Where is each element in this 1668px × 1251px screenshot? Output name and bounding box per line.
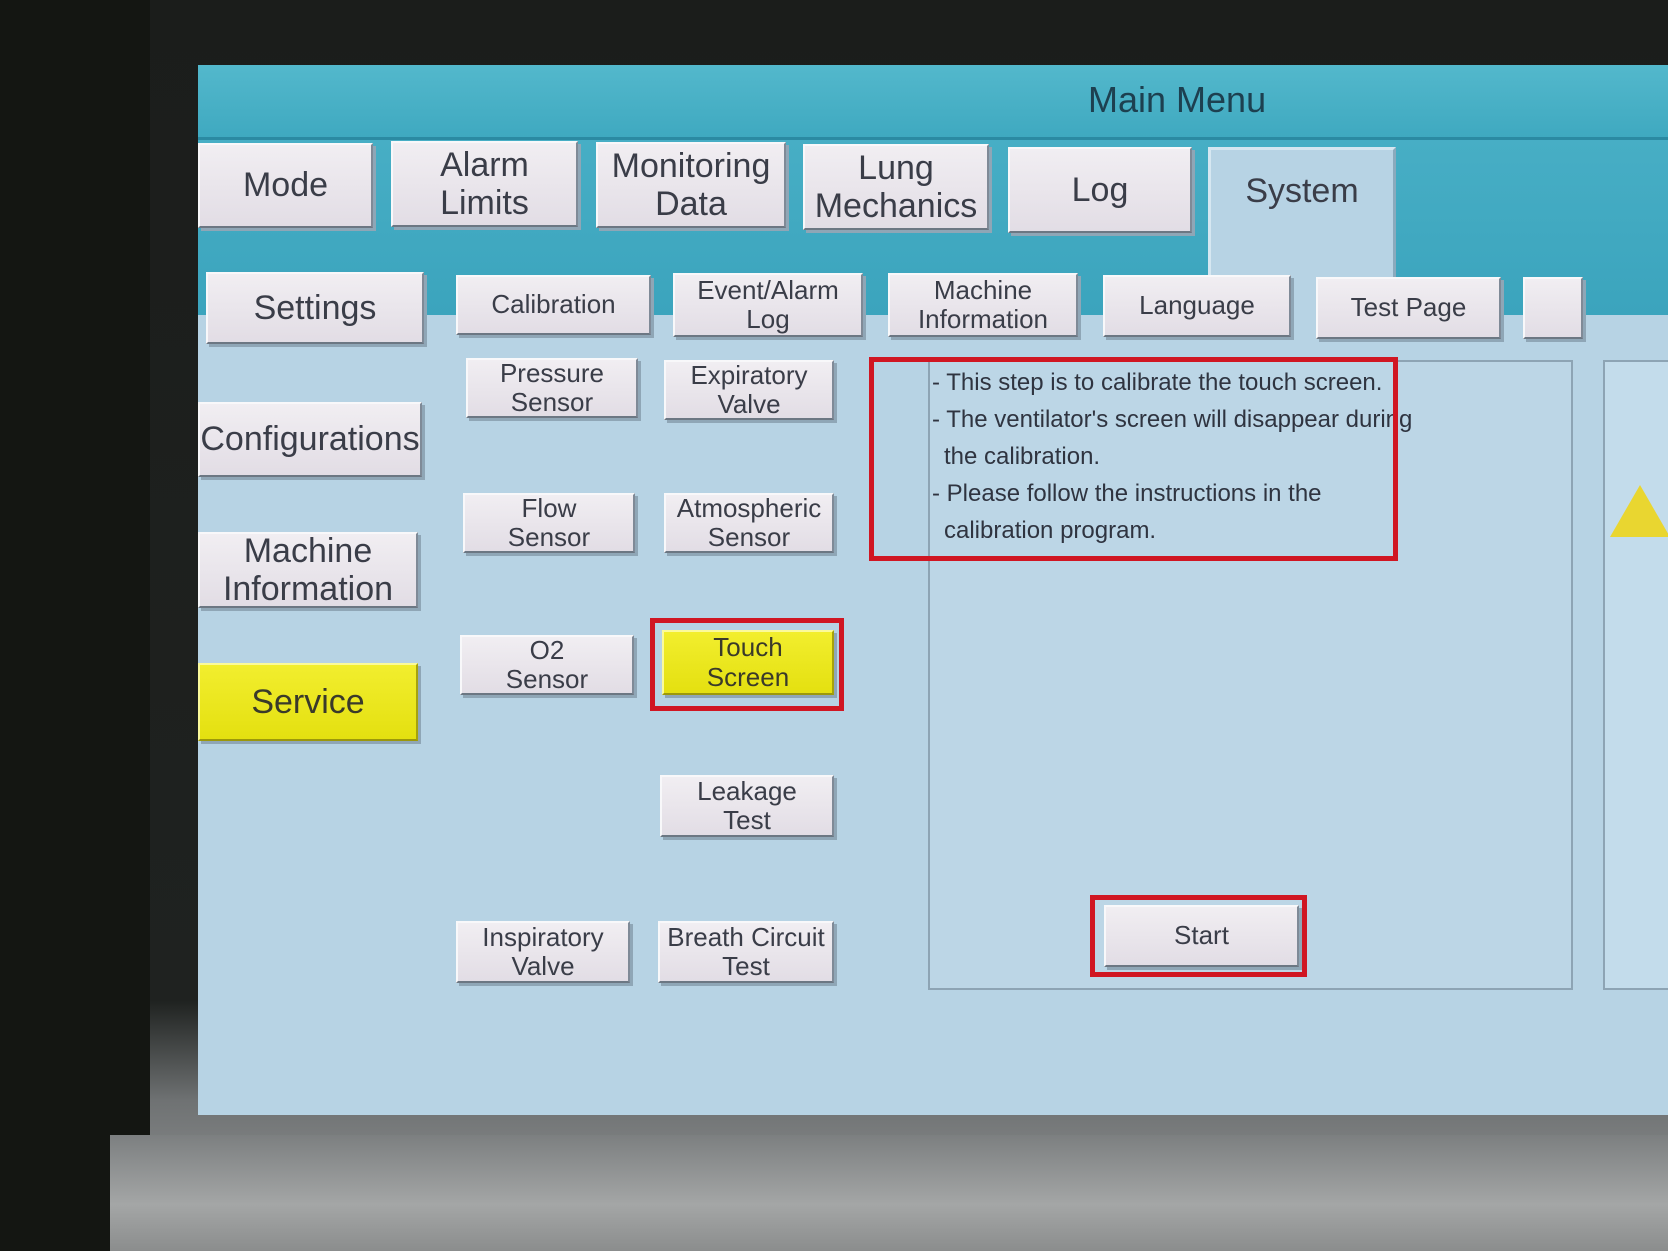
instruction-line: the calibration. [944,443,1101,470]
sidebar-item-configurations[interactable]: Configurations [198,402,422,477]
breath-circuit-test-button[interactable]: Breath Circuit Test [658,921,834,983]
instruction-line: calibration program. [944,517,1157,544]
leakage-test-button[interactable]: Leakage Test [660,775,834,837]
tab-alarm-limits[interactable]: Alarm Limits [391,141,578,227]
subtab-language[interactable]: Language [1103,275,1291,337]
o2-sensor-button[interactable]: O2 Sensor [460,635,634,695]
tab-log[interactable]: Log [1008,147,1192,233]
subtab-event-alarm-log[interactable]: Event/Alarm Log [673,273,863,337]
warning-icon [1610,485,1668,537]
sidebar-item-service[interactable]: Service [198,663,418,741]
instruction-text: - This step is to calibrate the touch sc… [932,364,1492,549]
sidebar-item-settings[interactable]: Settings [206,272,424,344]
pressure-sensor-button[interactable]: Pressure Sensor [466,358,638,418]
subtab-machine-information[interactable]: Machine Information [888,273,1078,337]
atmospheric-sensor-button[interactable]: Atmospheric Sensor [664,493,834,553]
sidebar-item-machine-information[interactable]: Machine Information [198,532,418,608]
side-panel [1603,360,1668,990]
ventilator-screen: Main Menu Mode Alarm Limits Monitoring D… [198,65,1668,1115]
window-title: Main Menu [1088,79,1267,120]
touch-screen-button[interactable]: Touch Screen [662,630,834,695]
tab-lung-mechanics[interactable]: Lung Mechanics [803,144,989,230]
inspiratory-valve-button[interactable]: Inspiratory Valve [456,921,630,983]
instruction-line: - Please follow the instructions in the [932,480,1322,507]
start-button[interactable]: Start [1104,905,1299,967]
tab-mode[interactable]: Mode [198,143,373,228]
flow-sensor-button[interactable]: Flow Sensor [463,493,635,553]
instruction-line: - The ventilator's screen will disappear… [932,406,1413,433]
tab-monitoring-data[interactable]: Monitoring Data [596,142,786,228]
instruction-line: - This step is to calibrate the touch sc… [932,369,1383,396]
subtab-calibration[interactable]: Calibration [456,275,651,335]
title-bar: Main Menu [198,65,1668,140]
subtab-test-page[interactable]: Test Page [1316,277,1501,339]
expiratory-valve-button[interactable]: Expiratory Valve [664,360,834,420]
subtab-more[interactable] [1523,277,1583,339]
device-frame-bottom [110,1135,1668,1251]
